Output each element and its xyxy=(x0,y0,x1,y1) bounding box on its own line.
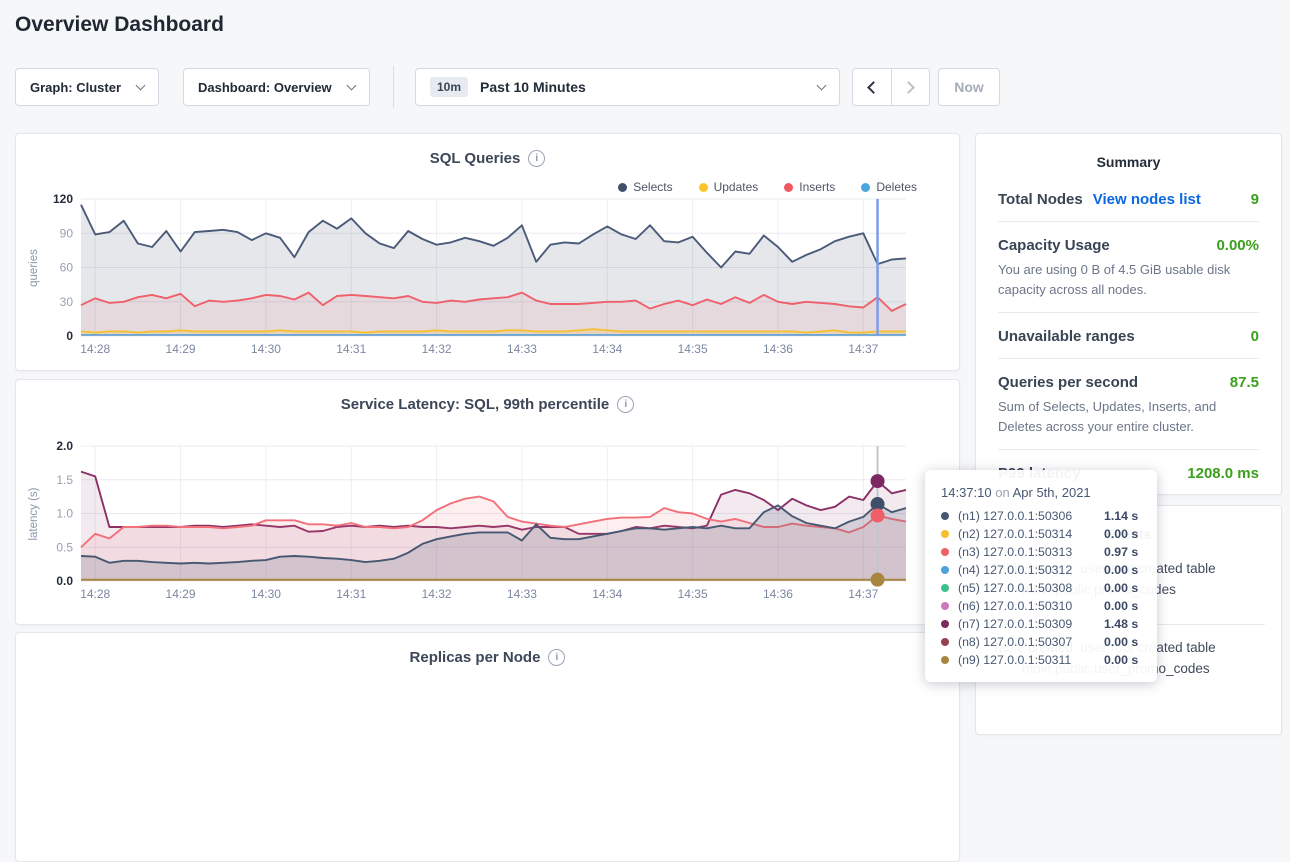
legend-dot-icon xyxy=(784,183,793,192)
replicas-title: Replicas per Node xyxy=(410,649,541,666)
time-forward-button[interactable] xyxy=(891,69,929,105)
service-latency-chart[interactable]: 0.0 0.5 1.0 1.5 2.0 14:28 14:29 14:30 14:31 14:32… xyxy=(33,441,914,603)
tooltip-row: (n7) 127.0.0.1:503091.48 s xyxy=(941,615,1141,633)
node-color-dot-icon xyxy=(941,584,949,592)
tooltip-row: (n9) 127.0.0.1:503110.00 s xyxy=(941,651,1141,669)
info-icon[interactable] xyxy=(548,649,565,666)
chevron-down-icon xyxy=(347,81,357,91)
svg-text:0: 0 xyxy=(66,329,73,343)
tooltip-row: (n8) 127.0.0.1:503070.00 s xyxy=(941,633,1141,651)
svg-text:14:28: 14:28 xyxy=(80,587,110,601)
tooltip-timestamp: 14:37:10 on Apr 5th, 2021 xyxy=(941,485,1141,500)
service-latency-panel: Service Latency: SQL, 99th percentile la… xyxy=(15,379,960,625)
time-step-buttons xyxy=(852,68,930,106)
sql-queries-panel: SQL Queries Selects Updates Inserts Deletes… xyxy=(15,133,960,371)
summary-panel: Summary Total NodesView nodes list9Capac… xyxy=(975,133,1282,495)
tooltip-row: (n5) 127.0.0.1:503080.00 s xyxy=(941,579,1141,597)
svg-text:14:34: 14:34 xyxy=(592,342,622,356)
svg-text:120: 120 xyxy=(53,192,73,206)
legend-item: Deletes xyxy=(861,180,917,194)
info-icon[interactable] xyxy=(617,396,634,413)
svg-text:0.0: 0.0 xyxy=(56,574,73,588)
tooltip-row: (n4) 127.0.0.1:503120.00 s xyxy=(941,561,1141,579)
chevron-down-icon xyxy=(136,81,146,91)
svg-text:14:31: 14:31 xyxy=(336,587,366,601)
node-color-dot-icon xyxy=(941,620,949,628)
page-title: Overview Dashboard xyxy=(15,13,224,37)
node-color-dot-icon xyxy=(941,530,949,538)
svg-text:14:29: 14:29 xyxy=(166,587,196,601)
node-color-dot-icon xyxy=(941,566,949,574)
svg-text:90: 90 xyxy=(60,226,74,240)
legend-dot-icon xyxy=(618,183,627,192)
svg-text:30: 30 xyxy=(60,295,74,309)
chevron-right-icon xyxy=(902,81,915,94)
summary-row: Total NodesView nodes list9 xyxy=(998,176,1259,222)
view-nodes-list-link[interactable]: View nodes list xyxy=(1093,191,1201,208)
dashboard-dropdown-label: Dashboard: Overview xyxy=(198,80,338,95)
legend-item: Updates xyxy=(699,180,759,194)
node-color-dot-icon xyxy=(941,602,949,610)
legend-dot-icon xyxy=(861,183,870,192)
svg-text:14:37: 14:37 xyxy=(848,342,878,356)
tooltip-row: (n2) 127.0.0.1:503140.00 s xyxy=(941,525,1141,543)
node-color-dot-icon xyxy=(941,512,949,520)
sql-queries-title: SQL Queries xyxy=(430,150,521,167)
svg-text:1.5: 1.5 xyxy=(56,473,73,487)
now-button[interactable]: Now xyxy=(938,68,1000,106)
svg-text:14:33: 14:33 xyxy=(507,587,537,601)
svg-text:14:36: 14:36 xyxy=(763,342,793,356)
svg-text:1.0: 1.0 xyxy=(56,507,73,521)
chevron-down-icon xyxy=(817,81,827,91)
legend-item: Inserts xyxy=(784,180,835,194)
sql-queries-chart[interactable]: 0 30 60 90 120 14:28 14:29 14:30 14:31 14:32 14:33… xyxy=(33,194,914,358)
chevron-left-icon xyxy=(868,81,881,94)
time-range-label: Past 10 Minutes xyxy=(480,79,818,95)
svg-text:14:35: 14:35 xyxy=(678,587,708,601)
tooltip-row: (n1) 127.0.0.1:503061.14 s xyxy=(941,507,1141,525)
info-icon[interactable] xyxy=(528,150,545,167)
svg-text:60: 60 xyxy=(60,261,74,275)
time-back-button[interactable] xyxy=(853,69,891,105)
node-color-dot-icon xyxy=(941,638,949,646)
svg-text:14:30: 14:30 xyxy=(251,587,281,601)
service-latency-title: Service Latency: SQL, 99th percentile xyxy=(341,396,609,413)
header-divider xyxy=(393,66,394,108)
time-range-selector[interactable]: 10m Past 10 Minutes xyxy=(415,68,840,106)
tooltip-row: (n3) 127.0.0.1:503130.97 s xyxy=(941,543,1141,561)
svg-text:14:30: 14:30 xyxy=(251,342,281,356)
svg-text:14:33: 14:33 xyxy=(507,342,537,356)
summary-row: Unavailable ranges0 xyxy=(998,313,1259,359)
chart-hover-tooltip: 14:37:10 on Apr 5th, 2021 (n1) 127.0.0.1… xyxy=(925,470,1157,682)
svg-text:14:32: 14:32 xyxy=(422,587,452,601)
summary-title: Summary xyxy=(976,134,1281,170)
node-color-dot-icon xyxy=(941,656,949,664)
svg-text:14:37: 14:37 xyxy=(848,587,878,601)
summary-row: Capacity Usage0.00%You are using 0 B of … xyxy=(998,222,1259,313)
svg-text:14:34: 14:34 xyxy=(592,587,622,601)
graph-dropdown[interactable]: Graph: Cluster xyxy=(15,68,159,106)
svg-text:14:35: 14:35 xyxy=(678,342,708,356)
dashboard-dropdown[interactable]: Dashboard: Overview xyxy=(183,68,370,106)
svg-text:14:29: 14:29 xyxy=(166,342,196,356)
sql-queries-legend: Selects Updates Inserts Deletes xyxy=(618,180,917,194)
svg-text:14:31: 14:31 xyxy=(336,342,366,356)
legend-item: Selects xyxy=(618,180,672,194)
graph-dropdown-label: Graph: Cluster xyxy=(30,80,127,95)
legend-dot-icon xyxy=(699,183,708,192)
summary-row: Queries per second87.5Sum of Selects, Up… xyxy=(998,359,1259,450)
svg-text:0.5: 0.5 xyxy=(56,540,73,554)
time-range-badge: 10m xyxy=(430,77,468,97)
svg-text:14:28: 14:28 xyxy=(80,342,110,356)
node-color-dot-icon xyxy=(941,548,949,556)
svg-text:14:36: 14:36 xyxy=(763,587,793,601)
svg-text:2.0: 2.0 xyxy=(56,439,73,453)
svg-text:14:32: 14:32 xyxy=(422,342,452,356)
tooltip-row: (n6) 127.0.0.1:503100.00 s xyxy=(941,597,1141,615)
replicas-panel: Replicas per Node xyxy=(15,632,960,862)
